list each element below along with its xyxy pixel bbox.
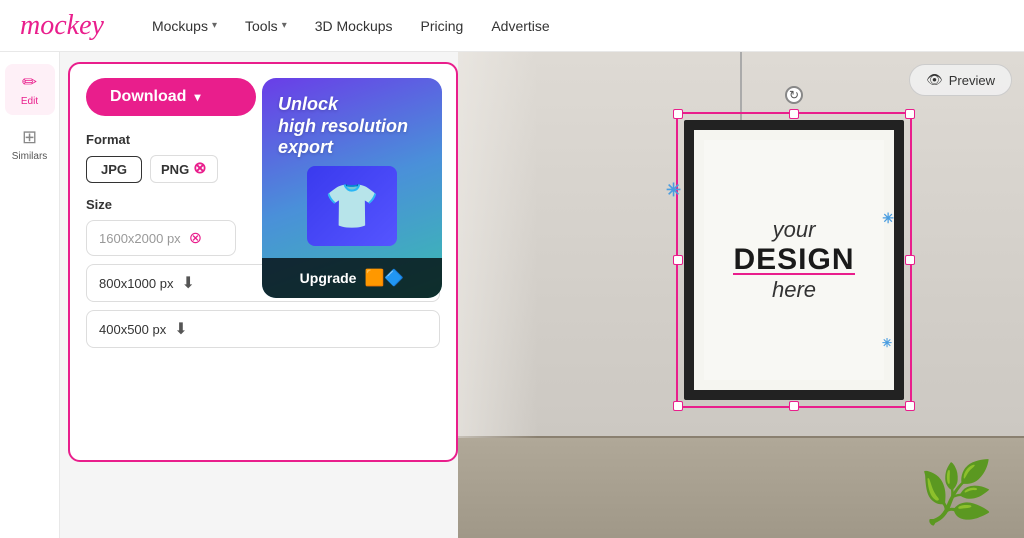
chevron-down-icon: ▾: [212, 20, 217, 31]
size-hires-input[interactable]: 1600x2000 px ⊗: [86, 220, 236, 256]
sidebar-item-label: Edit: [21, 96, 38, 107]
nav-pricing[interactable]: Pricing: [421, 18, 464, 34]
upgrade-bar: Upgrade 🟧🔷: [262, 258, 442, 298]
upgrade-card: Unlockhigh resolutionexport 👕 Upgrade 🟧🔷: [262, 78, 442, 298]
chevron-down-icon: ▾: [194, 90, 200, 104]
upgrade-emojis: 🟧🔷: [364, 268, 404, 288]
wall-floor-divide: [458, 436, 1024, 438]
upgrade-button-label: Upgrade: [300, 270, 357, 286]
download-icon: ⬇: [174, 319, 187, 339]
eye-icon: 👁: [926, 72, 943, 88]
download-button[interactable]: Download ▾: [86, 78, 256, 116]
close-icon[interactable]: ⊗: [193, 161, 206, 177]
grid-icon: ⊞: [22, 127, 37, 148]
preview-button[interactable]: 👁 Preview: [909, 64, 1012, 96]
jpg-format-button[interactable]: JPG: [86, 156, 142, 183]
close-icon[interactable]: ⊗: [189, 228, 202, 248]
sidebar-item-similars[interactable]: ⊞ Similars: [5, 119, 55, 170]
logo[interactable]: mockey: [20, 12, 104, 40]
nav-mockups[interactable]: Mockups ▾: [152, 18, 217, 34]
plant: 🌿: [919, 457, 994, 528]
sidebar: ✏ Edit ⊞ Similars: [0, 52, 60, 538]
frame-outer: your DESIGN here: [684, 120, 904, 400]
main-nav: Mockups ▾ Tools ▾ 3D Mockups Pricing Adv…: [152, 18, 550, 34]
asterisk-bottom-right: ✳: [882, 336, 892, 350]
chevron-down-icon: ▾: [282, 20, 287, 31]
frame-text-your: your: [773, 217, 816, 243]
edit-icon: ✏: [22, 72, 37, 93]
sidebar-item-edit[interactable]: ✏ Edit: [5, 64, 55, 115]
asterisk-right: ✳: [882, 210, 894, 227]
download-panel: Download ▾ Format JPG PNG ⊗ Size 1600x20…: [68, 62, 458, 462]
download-icon: ⬇: [181, 273, 194, 293]
frame-text-design: DESIGN: [733, 243, 854, 277]
main-content: ✏ Edit ⊞ Similars Download ▾ Format JPG …: [0, 52, 1024, 538]
size-small-row[interactable]: 400x500 px ⬇: [86, 310, 440, 348]
canvas-area[interactable]: your DESIGN here ↻ ✳ ✳ ✳: [458, 52, 1024, 538]
nav-tools[interactable]: Tools ▾: [245, 18, 287, 34]
frame-container[interactable]: your DESIGN here ↻ ✳ ✳ ✳: [684, 120, 904, 400]
frame-text-here: here: [772, 277, 816, 303]
upgrade-card-title: Unlockhigh resolutionexport: [278, 94, 426, 159]
png-format-button[interactable]: PNG ⊗: [150, 155, 218, 183]
app-header: mockey Mockups ▾ Tools ▾ 3D Mockups Pric…: [0, 0, 1024, 52]
window-light: [458, 52, 538, 438]
asterisk-left: ✳: [666, 180, 681, 201]
nav-advertise[interactable]: Advertise: [491, 18, 549, 34]
sidebar-item-label: Similars: [12, 151, 48, 162]
frame-inner: your DESIGN here: [704, 140, 884, 380]
nav-3d-mockups[interactable]: 3D Mockups: [315, 18, 393, 34]
